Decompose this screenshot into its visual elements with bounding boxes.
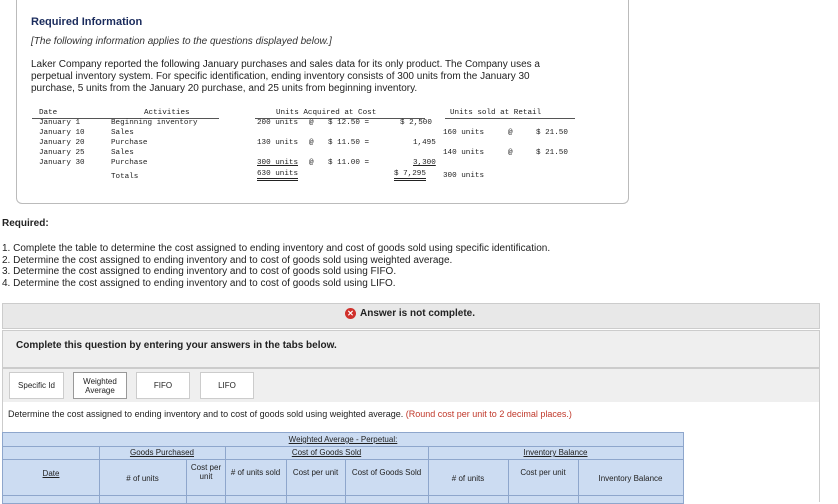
tab-label: Weighted Average [83,376,117,395]
activities-header: Activities [144,109,190,117]
cogs-total-header: Cost of Goods Sold [351,468,422,477]
table-rule [186,459,187,503]
ib-cost-header: Cost per unit [520,468,566,477]
date-header: Date [39,109,58,117]
instruction-main: Determine the cost assigned to ending in… [8,409,404,419]
tab-label: LIFO [218,381,236,390]
totals-total: $ 7,295 [394,170,426,181]
row-units: 130 units [257,139,299,147]
tab-fifo[interactable]: FIFO [136,372,190,399]
cogs-cost-header: Cost per unit [292,468,339,477]
row-activity: Purchase [111,139,148,147]
table-rule [3,459,683,460]
tab-label: FIFO [153,381,173,390]
sold-header-rule [445,118,575,119]
info-paragraph: Laker Company reported the following Jan… [31,59,540,94]
row-date: January 30 [39,159,85,167]
goods-purchased-header: Goods Purchased [129,448,195,457]
gp-units-header: # of units [126,474,159,483]
row-units: 300 units [257,159,299,167]
answer-status: ✕ Answer is not complete. [345,308,475,319]
row-cost: $ 12.50 = [328,119,370,127]
tab-label: Specific Id [18,381,55,390]
sold-header: Units sold at Retail [450,109,542,117]
row-activity: Sales [111,149,134,157]
info-title: Required Information [31,16,143,28]
ib-units-header: # of units [451,474,485,483]
table-rule [3,446,683,447]
totals-label: Totals [111,173,139,181]
row-total: 3,300 [413,159,436,167]
cogs-units-header: # of units sold [230,468,281,477]
row-date: January 20 [39,139,85,147]
required-information-panel: Required Information [The following info… [16,0,629,204]
x-circle-icon: ✕ [345,308,356,319]
row-activity: Purchase [111,159,148,167]
required-list: 1. Complete the table to determine the c… [2,243,550,289]
required-item: 1. Complete the table to determine the c… [2,243,551,254]
row-at: @ [309,119,314,127]
row-sold-at: @ [508,149,513,157]
row-sold-at: @ [508,129,513,137]
row-at: @ [309,159,314,167]
required-label: Required: [2,218,49,229]
tab-specific-id[interactable]: Specific Id [9,372,64,399]
required-item: 4. Determine the cost assigned to ending… [2,277,396,289]
row-date: January 25 [39,149,85,157]
instruction-note: (Round cost per unit to 2 decimal places… [405,409,572,419]
tab-weighted-average[interactable]: Weighted Average [73,372,127,399]
row-sold-units: 160 units [443,129,485,137]
cogs-header: Cost of Goods Sold [291,448,362,457]
row-units: 200 units [257,119,299,127]
totals-sold-units: 300 units [443,172,485,180]
tab-lifo[interactable]: LIFO [200,372,254,399]
row-retail: $ 21.50 [536,129,568,137]
table-title: Weighted Average - Perpetual: [288,435,398,444]
required-item: 3. Determine the cost assigned to ending… [2,266,397,278]
info-subtitle: [The following information applies to th… [31,36,332,47]
instruction: Determine the cost assigned to ending in… [8,409,572,419]
row-at: @ [309,139,314,147]
table-rule [508,459,509,503]
table-rule [345,459,346,503]
acquired-header: Units Acquired at Cost [276,109,377,117]
row-cost: $ 11.50 = [328,139,370,147]
table-rule [3,495,683,496]
date-column-header: Date [42,469,60,478]
row-total: 1,495 [413,139,436,147]
row-activity: Beginning inventory [111,119,198,127]
answer-status-text: Answer is not complete. [360,308,476,319]
complete-prompt: Complete this question by entering your … [16,340,337,351]
row-cost: $ 11.00 = [328,159,370,167]
ib-total-header: Inventory Balance [598,474,663,483]
totals-units: 630 units [257,170,299,181]
row-date: January 10 [39,129,85,137]
required-item: 2. Determine the cost assigned to ending… [2,254,453,266]
row-date: January 1 [39,119,81,127]
weighted-average-table: Weighted Average - Perpetual: Cost of Go… [2,432,684,504]
table-rule [286,459,287,503]
gp-cost-header: Cost per unit [190,463,222,481]
row-activity: Sales [111,129,134,137]
row-retail: $ 21.50 [536,149,568,157]
row-total: $ 2,500 [400,119,432,127]
row-sold-units: 140 units [443,149,485,157]
inventory-balance-header: Inventory Balance [523,448,588,457]
